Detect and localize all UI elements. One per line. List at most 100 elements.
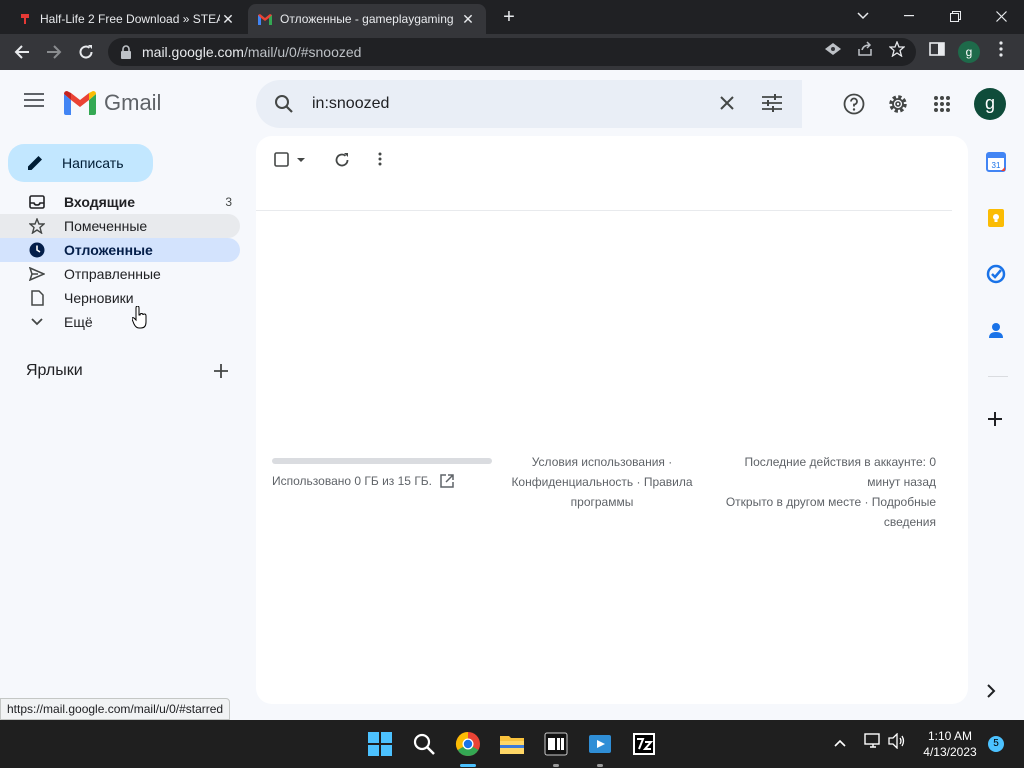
sidebar-item-sent[interactable]: Отправленные (0, 262, 240, 286)
browser-tab-strip: Half-Life 2 Free Download » STEAM ✕ Отло… (0, 0, 1024, 34)
share-icon[interactable] (856, 40, 874, 58)
media-player-icon[interactable] (586, 730, 614, 758)
taskbar-search-icon[interactable] (410, 730, 438, 758)
compose-button[interactable]: Написать (8, 144, 153, 182)
inbox-icon (28, 193, 46, 211)
contacts-icon[interactable] (986, 320, 1008, 342)
sidebar-item-label: Помеченные (64, 218, 148, 234)
send-icon (28, 265, 46, 283)
tab-title: Half-Life 2 Free Download » STEAM (40, 12, 220, 26)
get-addons-plus-icon[interactable] (986, 410, 1008, 432)
message-list-panel: Использовано 0 ГБ из 15 ГБ. Условия испо… (256, 136, 968, 704)
terms-link[interactable]: Условия использования · (506, 452, 698, 472)
add-label-icon[interactable] (212, 362, 230, 385)
chrome-taskbar-icon[interactable] (454, 730, 482, 758)
side-panel-divider (988, 376, 1008, 377)
notification-badge[interactable]: 5 (988, 736, 1004, 752)
calendar-icon[interactable]: 31 (986, 152, 1008, 174)
clear-search-icon[interactable] (718, 94, 736, 117)
browser-toolbar: mail.google.com/mail/u/0/#snoozed (0, 34, 1024, 70)
account-activity: Последние действия в аккаунте: 0 минут н… (706, 452, 936, 532)
gmail-favicon-icon (258, 13, 272, 25)
select-dropdown-icon[interactable] (296, 157, 306, 163)
running-indicator (597, 764, 603, 767)
active-app-indicator (460, 764, 476, 767)
reload-button[interactable] (74, 40, 98, 64)
sidebar-item-inbox[interactable]: Входящие 3 (0, 190, 240, 214)
lock-icon (121, 45, 131, 59)
apps-grid-icon[interactable] (930, 92, 954, 116)
restore-button[interactable] (932, 0, 978, 32)
app-name: Gmail (104, 90, 162, 115)
show-hidden-icons-chevron-icon[interactable] (834, 734, 846, 752)
sidebar-item-more[interactable]: Ещё (0, 310, 240, 334)
search-options-icon[interactable] (762, 94, 782, 117)
details-link[interactable]: сведения (706, 512, 936, 532)
back-button[interactable] (10, 40, 34, 64)
main-menu-icon[interactable] (24, 92, 46, 113)
sidebar-item-starred[interactable]: Помеченные (0, 214, 240, 238)
last-activity-text: Последние действия в аккаунте: 0 (744, 455, 936, 469)
last-activity-time: минут назад (867, 475, 936, 489)
volume-icon[interactable] (888, 732, 906, 754)
sidebar-item-drafts[interactable]: Черновики (0, 286, 240, 310)
side-panel-icon[interactable] (928, 40, 946, 58)
view-site-info-eye-icon[interactable] (824, 40, 842, 58)
select-all-checkbox[interactable] (274, 152, 306, 168)
search-icon[interactable] (274, 94, 294, 119)
bookmark-star-icon[interactable] (888, 40, 906, 58)
sidebar-item-label: Черновики (64, 290, 134, 306)
windows-start-icon[interactable] (366, 730, 394, 758)
compose-label: Написать (62, 155, 124, 171)
privacy-link[interactable]: Конфиденциальность · Правила (506, 472, 698, 492)
tasks-icon[interactable] (986, 264, 1008, 286)
search-input[interactable] (312, 92, 692, 116)
open-elsewhere-text[interactable]: Открыто в другом месте · Подробные (706, 492, 936, 512)
refresh-icon[interactable] (334, 152, 350, 168)
new-tab-button[interactable]: + (498, 6, 520, 28)
search-bar (256, 80, 802, 128)
clock-date: 4/13/2023 (923, 745, 977, 759)
storage-info: Использовано 0 ГБ из 15 ГБ. (272, 474, 454, 488)
file-explorer-icon[interactable] (498, 730, 526, 758)
help-icon[interactable] (842, 92, 866, 116)
clock-time: 1:10 AM (927, 729, 973, 743)
gmail-logo[interactable]: Gmail (64, 90, 161, 116)
keep-icon[interactable] (986, 208, 1008, 230)
side-panel-apps: 31 (974, 70, 1024, 720)
url-path: /mail/u/0/#snoozed (243, 44, 362, 60)
seven-zip-icon[interactable] (630, 730, 658, 758)
tab-gmail-snoozed[interactable]: Отложенные - gameplaygaming ✕ (248, 4, 486, 34)
sidebar-item-label: Входящие (64, 194, 135, 210)
tab-half-life[interactable]: Half-Life 2 Free Download » STEAM ✕ (8, 4, 246, 34)
sidebar-nav: Входящие 3 Помеченные Отложенные Отправл… (0, 190, 240, 334)
open-external-icon[interactable] (440, 474, 454, 488)
unread-count: 3 (225, 195, 232, 209)
minimize-button[interactable] (886, 0, 932, 32)
running-indicator (553, 764, 559, 767)
storage-text: Использовано 0 ГБ из 15 ГБ. (272, 474, 433, 488)
program-policies-link[interactable]: программы (506, 492, 698, 512)
more-options-icon[interactable] (378, 152, 382, 166)
tab-close-icon[interactable]: ✕ (460, 11, 476, 28)
forward-button[interactable] (42, 40, 66, 64)
chrome-menu-icon[interactable] (992, 40, 1010, 58)
network-icon[interactable] (864, 733, 882, 754)
address-bar[interactable]: mail.google.com/mail/u/0/#snoozed (108, 38, 916, 66)
storage-meter (272, 458, 492, 464)
windows-taskbar: 1:10 AM 4/13/2023 5 (0, 720, 1024, 768)
show-side-panel-chevron-icon[interactable] (986, 684, 1008, 706)
labels-heading: Ярлыки (26, 362, 83, 379)
draft-icon (28, 289, 46, 307)
url-host: mail.google.com (142, 44, 244, 60)
policy-links: Условия использования · Конфиденциальнос… (506, 452, 698, 512)
dtools-icon[interactable] (542, 730, 570, 758)
sidebar-item-snoozed[interactable]: Отложенные (0, 238, 240, 262)
close-window-button[interactable] (978, 0, 1024, 32)
tab-search-chevron-icon[interactable] (840, 0, 886, 32)
tab-close-icon[interactable]: ✕ (220, 11, 236, 28)
settings-gear-icon[interactable] (886, 92, 910, 116)
chrome-profile-avatar[interactable]: g (958, 41, 980, 63)
taskbar-clock[interactable]: 1:10 AM 4/13/2023 (910, 728, 990, 760)
steam-favicon-icon (21, 14, 29, 24)
